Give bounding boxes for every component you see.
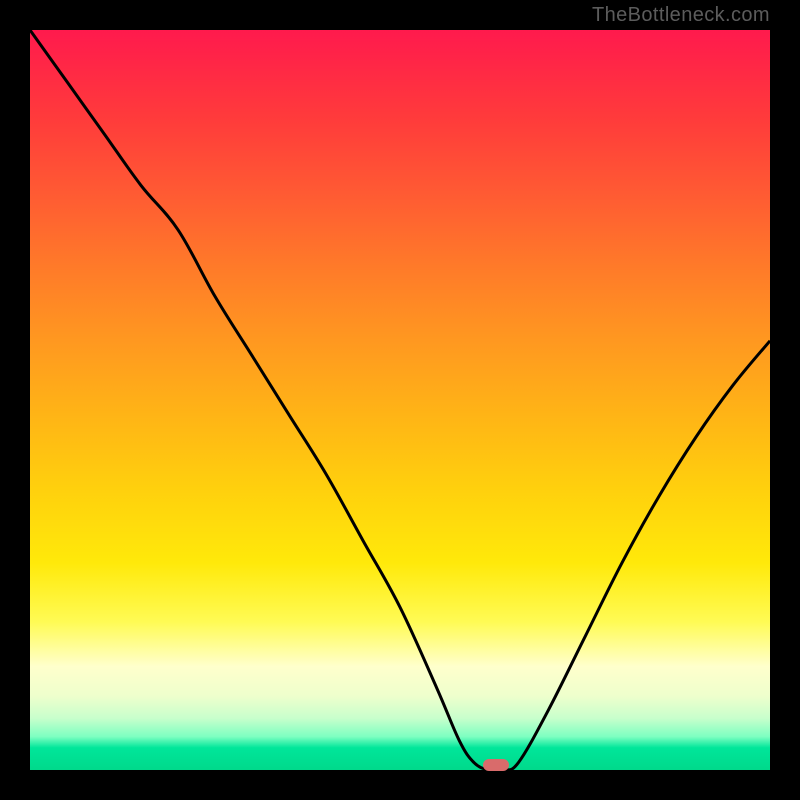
curve-path bbox=[30, 30, 770, 770]
chart-frame: TheBottleneck.com bbox=[0, 0, 800, 800]
watermark-label: TheBottleneck.com bbox=[592, 4, 770, 27]
optimal-marker bbox=[483, 759, 509, 771]
plot-area bbox=[30, 30, 770, 770]
chart-line bbox=[30, 30, 770, 770]
